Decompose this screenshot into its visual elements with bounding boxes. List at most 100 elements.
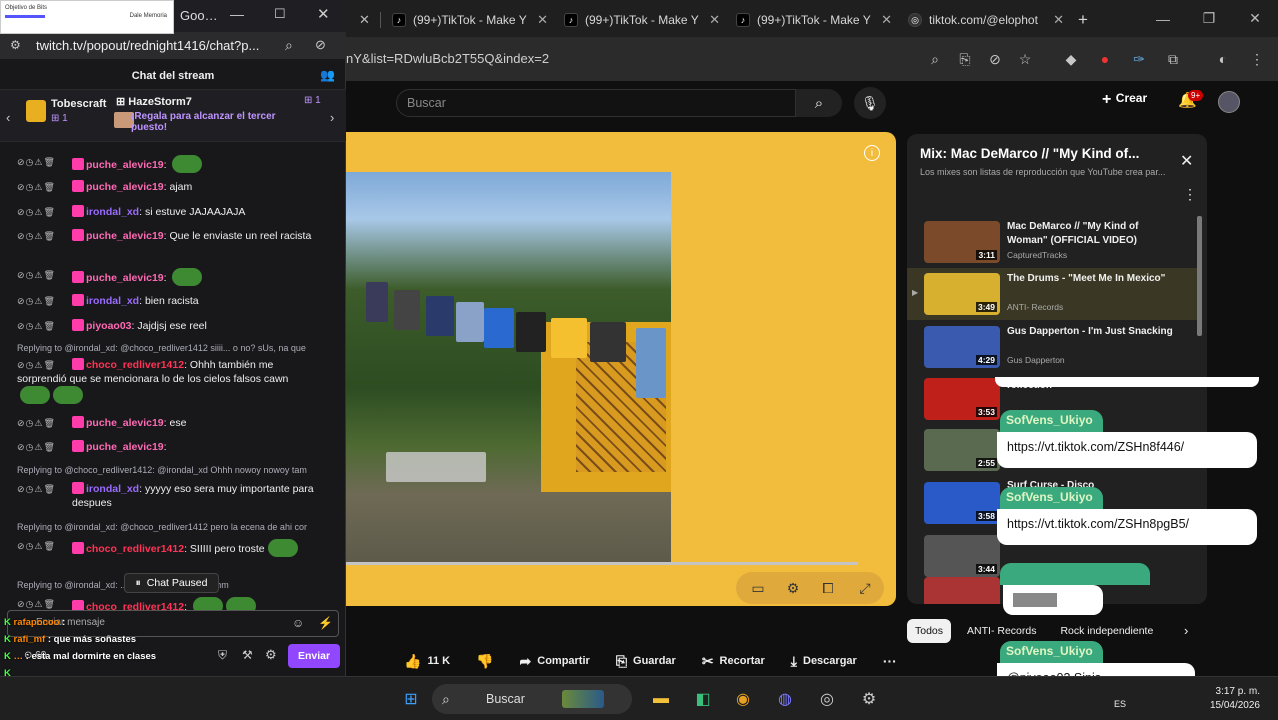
chat-username[interactable]: puche_alevic19: [86, 441, 164, 453]
zoom-icon[interactable]: ⌕: [924, 48, 946, 70]
mod-actions-icon[interactable]: ⊘◷⚠🗑: [17, 597, 56, 611]
subtitles-icon[interactable]: ▭: [748, 578, 768, 598]
command-icon[interactable]: ⚡: [318, 616, 333, 630]
playlist-scrollbar[interactable]: [1197, 216, 1202, 336]
playlist-item[interactable]: 3:49 ▶ The Drums - "Meet Me In Mexico" ANTI…: [907, 268, 1197, 320]
chat-username[interactable]: choco_redliver1412: [86, 359, 184, 371]
mod-actions-icon[interactable]: ⊘◷⚠🗑: [17, 229, 56, 243]
settings-gear-icon[interactable]: ⚙: [265, 647, 277, 663]
chevron-right-icon[interactable]: ›: [330, 110, 334, 125]
reply-context[interactable]: Replying to @irondal_xd: @choco_redliver…: [17, 343, 337, 353]
mic-icon[interactable]: 🎙: [854, 87, 886, 119]
chat-username[interactable]: puche_alevic19: [86, 417, 164, 429]
avatar[interactable]: [1218, 91, 1240, 113]
chip-rock-independiente[interactable]: Rock independiente: [1052, 619, 1161, 643]
obs-icon[interactable]: ◎: [814, 686, 840, 712]
send-button[interactable]: Enviar: [288, 644, 340, 668]
chat-username[interactable]: irondal_xd: [86, 483, 139, 495]
chat-username[interactable]: puche_alevic19: [86, 272, 164, 284]
chat-username[interactable]: irondal_xd: [86, 295, 139, 307]
more-dots-icon[interactable]: ⋮: [1183, 186, 1197, 203]
chat-username[interactable]: puche_alevic19: [86, 181, 164, 193]
mod-actions-icon[interactable]: ⊘◷⚠🗑: [17, 416, 56, 430]
browser-tab-tiktok-3[interactable]: ♪ (99+)TikTok - Make Y ✕: [736, 6, 896, 34]
bookmark-star-icon[interactable]: ☆: [1014, 48, 1036, 70]
extension-icon[interactable]: ●: [1094, 48, 1116, 70]
chip-todos[interactable]: Todos: [907, 619, 952, 643]
chat-username[interactable]: piyoao03: [86, 320, 132, 332]
browser-tab-tiktok-profile[interactable]: ◎ tiktok.com/@elophot ✕: [908, 6, 1068, 34]
url-text[interactable]: nY&list=RDwluBcb2T55Q&index=2: [346, 51, 549, 66]
chip-anti-records[interactable]: ANTI- Records: [959, 619, 1044, 643]
miniplayer-icon[interactable]: ⧠: [818, 578, 838, 598]
shield-icon[interactable]: ⛨: [218, 648, 227, 663]
tab-close-icon[interactable]: ✕: [537, 12, 548, 28]
file-explorer-icon[interactable]: ▬: [648, 686, 674, 712]
chat-username[interactable]: irondal_xd: [86, 206, 139, 218]
tab-close-icon[interactable]: ✕: [709, 12, 720, 28]
save-button[interactable]: ⎘ Guardar: [605, 645, 686, 677]
windows-start-icon[interactable]: ⊞: [398, 686, 424, 712]
more-actions-button[interactable]: ···: [872, 645, 907, 677]
close-window-icon[interactable]: ✕: [317, 5, 330, 23]
fullscreen-icon[interactable]: ⤢: [855, 578, 875, 598]
popup-url[interactable]: twitch.tv/popout/rednight1416/chat?p...: [36, 38, 259, 53]
minimize-icon[interactable]: —: [1140, 0, 1186, 37]
chat-paused-button[interactable]: ⏸ Chat Paused: [124, 573, 219, 593]
menu-dots-icon[interactable]: ⋮: [1246, 48, 1268, 70]
site-settings-icon[interactable]: ⚙: [10, 38, 21, 52]
restore-icon[interactable]: ☐: [274, 6, 286, 22]
clock[interactable]: 3:17 p. m. 15/04/2026: [1196, 685, 1260, 713]
zoom-icon[interactable]: ⌕: [285, 37, 293, 54]
mod-actions-icon[interactable]: ⊘◷⚠🗑: [17, 319, 56, 333]
profile-avatar[interactable]: ◐: [1212, 48, 1234, 70]
tab-close-icon[interactable]: ✕: [359, 6, 373, 34]
popup-address-bar[interactable]: ⚙ twitch.tv/popout/rednight1416/chat?p..…: [0, 32, 346, 59]
chevron-left-icon[interactable]: ‹: [6, 110, 10, 125]
browser-tab-tiktok-2[interactable]: ♪ (99+)TikTok - Make Y ✕: [564, 6, 724, 34]
reply-context[interactable]: Replying to @irondal_xd: @choco_redliver…: [17, 522, 337, 532]
mod-actions-icon[interactable]: ⊘◷⚠🗑: [17, 205, 56, 219]
new-tab-button[interactable]: +: [1078, 6, 1098, 34]
video-progress-bar[interactable]: [346, 562, 858, 565]
playlist-item[interactable]: 4:29 Gus Dapperton - I'm Just Snacking Gus…: [907, 321, 1197, 373]
widget-icon[interactable]: [562, 690, 604, 708]
restore-icon[interactable]: ❐: [1186, 0, 1232, 37]
app-icon[interactable]: ◧: [690, 686, 716, 712]
mod-actions-icon[interactable]: ⊘◷⚠🗑: [17, 268, 56, 282]
close-window-icon[interactable]: ✕: [1232, 0, 1278, 37]
discord-icon[interactable]: ◍: [772, 686, 798, 712]
dislike-button[interactable]: 👎: [466, 645, 504, 677]
mod-actions-icon[interactable]: ⊘◷⚠🗑: [17, 440, 56, 454]
tab-close-icon[interactable]: ✕: [881, 12, 892, 28]
leader-cta[interactable]: ¡Regala para alcanzar el tercer puesto!: [131, 111, 291, 133]
search-icon[interactable]: ⌕: [796, 89, 842, 117]
extension-icon[interactable]: ✑: [1128, 48, 1150, 70]
mod-actions-icon[interactable]: ⊘◷⚠🗑: [17, 294, 56, 308]
settings-gear-icon[interactable]: ⚙: [783, 578, 803, 598]
info-icon[interactable]: i: [864, 145, 880, 161]
chrome-icon[interactable]: ◉: [730, 686, 756, 712]
mod-actions-icon[interactable]: ⊘◷⚠🗑: [17, 155, 56, 169]
chat-username[interactable]: puche_alevic19: [86, 230, 164, 242]
install-app-icon[interactable]: ⎘: [954, 48, 976, 70]
clip-button[interactable]: ✂ Recortar: [691, 645, 775, 677]
tab-close-icon[interactable]: ✕: [1053, 12, 1064, 28]
create-button[interactable]: + Crear: [1102, 91, 1147, 109]
address-bar[interactable]: nY&list=RDwluBcb2T55Q&index=2 ⌕ ⎘ ⊘ ☆ ◆ …: [346, 37, 1278, 81]
video-player[interactable]: i ▭ ⚙ ⧠ ⤢: [346, 132, 896, 606]
eye-off-icon[interactable]: ⊘: [315, 37, 326, 53]
steam-icon[interactable]: ⚙: [856, 686, 882, 712]
close-icon[interactable]: ✕: [1180, 151, 1193, 171]
emote-icon[interactable]: ☺: [292, 616, 304, 630]
share-button[interactable]: ➦ Compartir: [509, 645, 600, 677]
mod-actions-icon[interactable]: ⊘◷⚠🗑: [17, 180, 56, 194]
browser-tab-tiktok-1[interactable]: ♪ (99+)TikTok - Make Y ✕: [392, 6, 552, 34]
language-indicator[interactable]: ES: [1114, 699, 1126, 709]
search-input[interactable]: Buscar: [396, 89, 796, 117]
extension-icon[interactable]: ◆: [1060, 48, 1082, 70]
like-button[interactable]: 👍 11 K: [394, 645, 461, 677]
mod-actions-icon[interactable]: ⊘◷⚠🗑: [17, 482, 56, 496]
minimize-icon[interactable]: —: [230, 6, 244, 22]
eye-off-icon[interactable]: ⊘: [984, 48, 1006, 70]
